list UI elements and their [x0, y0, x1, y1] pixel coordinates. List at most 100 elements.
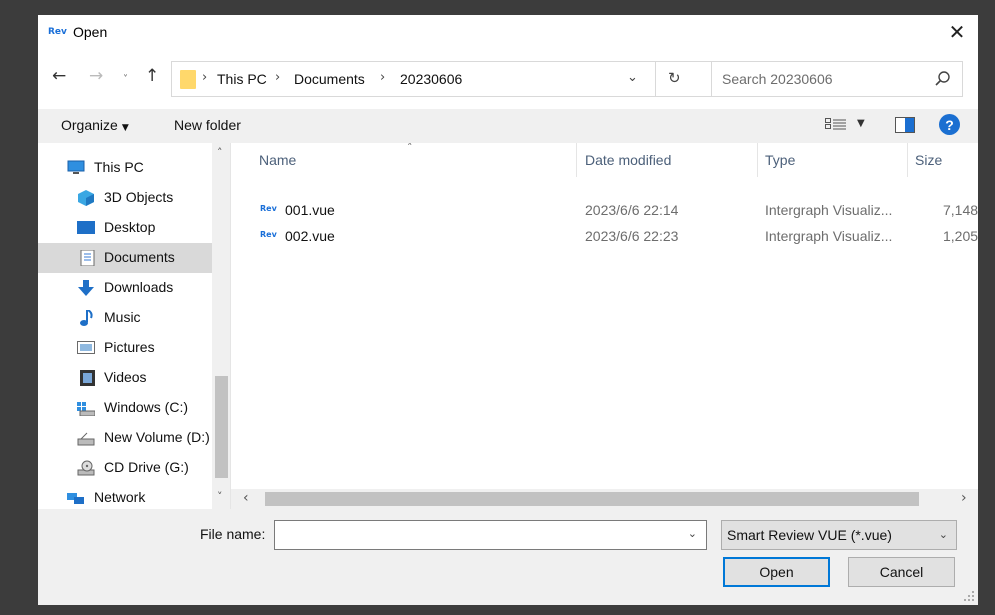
scroll-down-icon[interactable]: ˅	[217, 490, 223, 503]
download-arrow-icon	[78, 280, 94, 296]
nav-item-videos[interactable]: Videos	[38, 363, 212, 393]
forward-button[interactable]: →	[89, 66, 103, 86]
column-header-size[interactable]: Size	[915, 152, 942, 168]
divider	[655, 62, 656, 96]
file-size: 7,148	[943, 202, 978, 218]
file-type: Intergraph Visualiz...	[765, 202, 893, 218]
nav-label: 3D Objects	[104, 189, 174, 205]
title-bar: Rev Open ✕	[38, 15, 978, 49]
nav-label: Network	[94, 489, 146, 505]
nav-item-3d-objects[interactable]: 3D Objects	[38, 183, 212, 213]
column-header-name[interactable]: Name	[259, 152, 296, 168]
breadcrumb-current-folder[interactable]: 20230606	[400, 71, 462, 87]
vue-file-icon: Rev	[260, 204, 277, 213]
close-button[interactable]: ✕	[936, 15, 978, 49]
scroll-left-icon[interactable]: ‹	[243, 490, 249, 506]
help-icon[interactable]: ?	[939, 114, 960, 135]
new-folder-button[interactable]: New folder	[174, 117, 241, 133]
file-type-select[interactable]: Smart Review VUE (*.vue) ⌄	[721, 520, 957, 550]
nav-item-network[interactable]: Network	[38, 483, 212, 509]
column-header-type[interactable]: Type	[765, 152, 795, 168]
nav-item-desktop[interactable]: Desktop	[38, 213, 212, 243]
nav-label: Music	[104, 309, 141, 325]
address-bar[interactable]: › This PC › Documents › 20230606 ⌄ ↻	[171, 61, 731, 97]
cancel-button[interactable]: Cancel	[848, 557, 955, 587]
network-icon	[67, 493, 84, 504]
nav-label: New Volume (D:)	[104, 429, 210, 445]
nav-label: Downloads	[104, 279, 174, 295]
nav-label: Windows (C:)	[104, 399, 189, 415]
app-logo-icon: Rev	[48, 27, 67, 37]
navigation-row: ← → ˅ ↑ › This PC › Documents › 20230606…	[38, 49, 978, 109]
chevron-down-icon[interactable]: ⌄	[688, 527, 697, 540]
chevron-right-icon[interactable]: ›	[380, 70, 385, 85]
navigation-pane: This PC 3D Objects Desktop Documents Dow…	[38, 143, 231, 509]
file-name-label: File name:	[200, 526, 266, 542]
monitor-icon	[67, 160, 85, 174]
search-box[interactable]	[711, 61, 963, 97]
back-button[interactable]: ←	[52, 66, 66, 86]
nav-label: Pictures	[104, 339, 155, 355]
organize-label: Organize	[61, 117, 118, 133]
system-drive-icon	[77, 402, 95, 416]
nav-label: Documents	[104, 249, 175, 265]
file-list-horizontal-scrollbar[interactable]: ‹ ›	[231, 489, 978, 509]
file-name: 001.vue	[285, 202, 335, 218]
nav-item-pictures[interactable]: Pictures	[38, 333, 212, 363]
file-size: 1,205	[943, 228, 978, 244]
folder-icon	[180, 70, 196, 89]
file-date-modified: 2023/6/6 22:14	[585, 202, 679, 218]
file-list: ˄ Name Date modified Type Size Rev 001.v…	[231, 143, 978, 509]
file-name-input[interactable]	[275, 521, 675, 549]
up-folder-button[interactable]: ↑	[145, 66, 159, 86]
column-divider[interactable]	[576, 143, 577, 177]
nav-label: This PC	[94, 159, 144, 175]
file-row[interactable]: Rev 002.vue 2023/6/6 22:23 Intergraph Vi…	[231, 224, 978, 250]
file-name: 002.vue	[285, 228, 335, 244]
vue-file-icon: Rev	[260, 230, 277, 239]
file-row[interactable]: Rev 001.vue 2023/6/6 22:14 Intergraph Vi…	[231, 198, 978, 224]
nav-item-cd-drive-g[interactable]: CD Drive (G:)	[38, 453, 212, 483]
scroll-right-icon[interactable]: ›	[961, 490, 967, 506]
column-header-date-modified[interactable]: Date modified	[585, 152, 671, 168]
file-type-value: Smart Review VUE (*.vue)	[727, 527, 892, 543]
nav-item-this-pc[interactable]: This PC	[38, 153, 212, 183]
chevron-right-icon[interactable]: ›	[275, 70, 280, 85]
views-dropdown[interactable]: ▼	[857, 118, 865, 129]
film-icon	[80, 370, 95, 386]
nav-item-new-volume-d[interactable]: New Volume (D:)	[38, 423, 212, 453]
file-type: Intergraph Visualiz...	[765, 228, 893, 244]
breadcrumb-documents[interactable]: Documents	[294, 71, 365, 87]
search-icon[interactable]	[934, 70, 952, 88]
refresh-icon[interactable]: ↻	[668, 69, 681, 87]
preview-pane-icon[interactable]	[895, 117, 915, 133]
file-date-modified: 2023/6/6 22:23	[585, 228, 679, 244]
nav-item-music[interactable]: Music	[38, 303, 212, 333]
open-file-dialog: Rev Open ✕ ← → ˅ ↑ › This PC › Documents…	[38, 15, 978, 605]
recent-locations-button[interactable]: ˅	[123, 70, 128, 90]
nav-label: CD Drive (G:)	[104, 459, 189, 475]
resize-grip-icon[interactable]	[963, 590, 975, 602]
column-divider[interactable]	[757, 143, 758, 177]
chevron-right-icon: ›	[202, 70, 208, 85]
nav-label: Desktop	[104, 219, 156, 235]
scrollbar-thumb[interactable]	[265, 492, 919, 506]
document-icon	[80, 250, 95, 266]
file-name-combobox[interactable]: ⌄	[274, 520, 707, 550]
column-divider[interactable]	[907, 143, 908, 177]
nav-pane-scrollbar[interactable]: ˄ ˅	[212, 143, 230, 509]
nav-item-windows-c[interactable]: Windows (C:)	[38, 393, 212, 423]
scroll-up-icon[interactable]: ˄	[217, 146, 223, 159]
open-button[interactable]: Open	[723, 557, 830, 587]
chevron-down-icon: ▼	[121, 123, 129, 133]
chevron-down-icon: ⌄	[938, 528, 948, 541]
command-toolbar: Organize ▼ New folder ▼ ?	[38, 109, 978, 143]
search-input[interactable]	[713, 63, 923, 95]
organize-menu-button[interactable]: Organize ▼	[61, 117, 129, 133]
breadcrumb-this-pc[interactable]: This PC	[217, 71, 267, 87]
nav-item-documents[interactable]: Documents	[38, 243, 212, 273]
nav-item-downloads[interactable]: Downloads	[38, 273, 212, 303]
scrollbar-thumb[interactable]	[215, 376, 228, 478]
address-history-dropdown[interactable]: ⌄	[627, 70, 638, 85]
change-view-icon[interactable]	[825, 117, 847, 133]
